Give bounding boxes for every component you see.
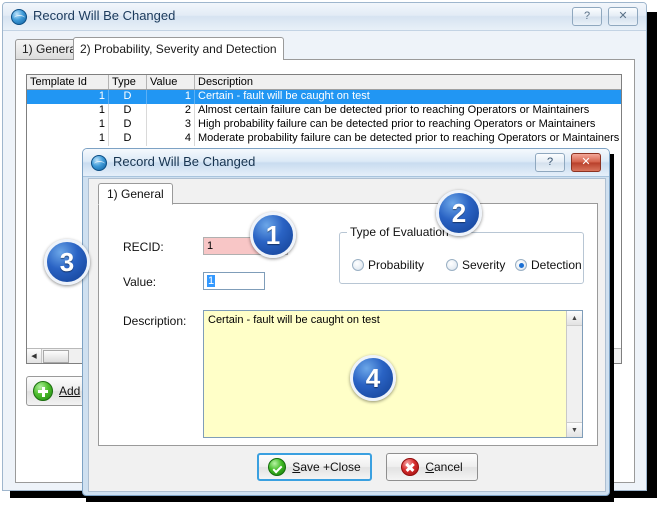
radio-probability-label: Probability [368,258,425,272]
tab-general[interactable]: 1) General [98,183,173,205]
callout-badge-4: 4 [350,355,396,401]
recid-label: RECID: [123,240,164,254]
callout-badge-3: 3 [44,239,90,285]
save-close-button[interactable]: Save +Close [257,453,372,481]
x-icon [401,458,420,476]
cell-value: 3 [147,118,195,132]
cell-description: Almost certain failure can be detected p… [198,104,590,116]
globe-icon [91,155,107,171]
inner-dialog-titlebar[interactable]: Record Will Be Changed ? ✕ [83,149,609,177]
cell-value: 4 [147,132,195,146]
check-icon [268,458,287,476]
table-row[interactable]: 1 D 3 High probability failure can be de… [27,118,621,132]
cancel-rest: ancel [433,460,463,474]
value-label: Value: [123,275,157,289]
cell-template-id: 1 [27,90,109,104]
type-of-evaluation-group: Type of Evaluation Probability Severity … [339,225,584,284]
add-button-label: Add [59,384,81,398]
dialog-button-bar: Save +Close Cancel [89,447,605,491]
radio-severity[interactable]: Severity [446,258,505,272]
save-rest: ave +Close [300,460,361,474]
save-close-label: Save +Close [292,460,360,474]
help-button[interactable]: ? [572,7,602,26]
grid-header-description: Description [198,76,254,88]
radio-detection-indicator [515,259,527,271]
radio-severity-indicator [446,259,458,271]
outer-window-titlebar[interactable]: Record Will Be Changed ? ✕ [3,3,646,31]
value-field[interactable]: 1 [203,272,265,290]
cell-description: Certain - fault will be caught on test [198,90,370,102]
inner-dialog: Record Will Be Changed ? ✕ 1) General RE… [82,148,610,496]
cancel-accel: C [425,460,434,474]
cell-type: D [109,118,147,132]
grid-header-value: Value [147,75,195,89]
help-button[interactable]: ? [535,153,565,172]
outer-window-title: Record Will Be Changed [33,8,176,23]
grid-header-row: Template Id Type Value Description [27,75,621,90]
scroll-down-icon[interactable]: ▼ [567,422,582,437]
radio-probability[interactable]: Probability [352,258,424,272]
table-row[interactable]: 1 D 4 Moderate probability failure can b… [27,132,621,146]
table-row[interactable]: 1 D 1 Certain - fault will be caught on … [27,90,621,104]
grid-header-type: Type [109,75,147,89]
cell-type: D [109,90,147,104]
table-row[interactable]: 1 D 2 Almost certain failure can be dete… [27,104,621,118]
scroll-up-icon[interactable]: ▲ [567,311,582,326]
cell-type: D [109,132,147,146]
cancel-button[interactable]: Cancel [386,453,478,481]
value-field-text: 1 [207,275,216,287]
description-label: Description: [123,314,187,328]
callout-badge-1: 1 [250,212,296,258]
plus-icon [33,381,53,401]
cell-type: D [109,104,147,118]
scroll-left-icon[interactable]: ◀ [27,349,42,363]
outer-tabstrip: 1) General 2) Probability, Severity and … [15,37,635,60]
cell-template-id: 1 [27,118,109,132]
close-icon[interactable]: ✕ [571,153,601,172]
screenshot-root: Record Will Be Changed ? ✕ 1) General 2)… [0,0,657,516]
globe-icon [11,9,27,25]
cell-template-id: 1 [27,104,109,118]
scrollbar-thumb[interactable] [43,349,69,363]
grid-header-template-id: Template Id [27,75,109,89]
tab-probability-severity-detection[interactable]: 2) Probability, Severity and Detection [73,37,284,60]
radio-detection-label: Detection [531,258,582,272]
cell-value: 2 [147,104,195,118]
cancel-label: Cancel [425,460,462,474]
description-text: Certain - fault will be caught on test [208,314,380,326]
radio-detection[interactable]: Detection [515,258,582,272]
callout-badge-2: 2 [436,190,482,236]
cell-description: High probability failure can be detected… [198,118,596,130]
cell-template-id: 1 [27,132,109,146]
cell-value: 1 [147,90,195,104]
radio-severity-label: Severity [462,258,506,272]
inner-dialog-title: Record Will Be Changed [113,154,256,169]
type-of-evaluation-label: Type of Evaluation [347,225,452,239]
inner-dialog-body: 1) General RECID: 1 Value: 1 Type of Eva… [88,178,606,492]
cell-description: Moderate probability failure can be dete… [198,132,620,144]
close-icon[interactable]: ✕ [608,7,638,26]
radio-probability-indicator [352,259,364,271]
inner-tab-panel: RECID: 1 Value: 1 Type of Evaluation Pro… [98,203,598,446]
description-vertical-scrollbar[interactable]: ▲ ▼ [566,311,582,437]
